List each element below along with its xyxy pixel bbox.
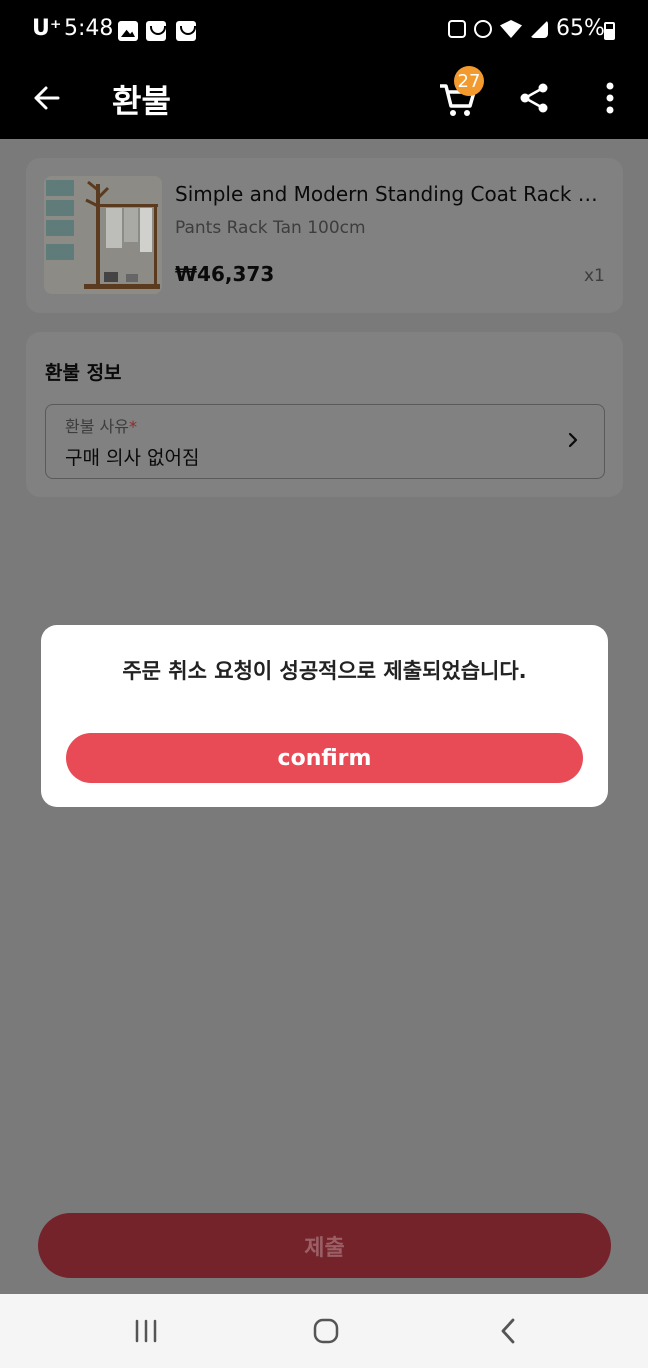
- carrier-label: U⁺: [32, 16, 62, 41]
- product-price: ₩46,373: [175, 262, 275, 286]
- product-variant: Pants Rack Tan 100cm: [175, 218, 366, 238]
- refund-reason-select[interactable]: 환불 사유* 구매 의사 없어짐: [45, 404, 605, 479]
- smile-icon: [176, 21, 196, 41]
- refund-reason-value: 구매 의사 없어짐: [65, 447, 200, 469]
- clock: 5:48: [64, 16, 114, 41]
- recycle-icon: [448, 20, 466, 38]
- product-thumbnail: [44, 176, 162, 294]
- page-title: 환불: [112, 82, 171, 120]
- share-button[interactable]: [516, 80, 552, 116]
- coat-rack-image: [44, 176, 162, 294]
- product-card[interactable]: Simple and Modern Standing Coat Rack Han…: [26, 158, 623, 313]
- wifi-icon: [500, 20, 522, 38]
- battery-percent: 65%: [556, 16, 605, 41]
- recent-apps-icon[interactable]: [131, 1316, 161, 1346]
- required-mark: *: [128, 417, 137, 436]
- system-nav-bar: [0, 1294, 648, 1368]
- more-vert-icon: [606, 82, 614, 114]
- status-bar: U⁺ 5:48 65%: [0, 0, 648, 62]
- more-options-button[interactable]: [596, 80, 624, 116]
- confirm-button[interactable]: confirm: [66, 733, 583, 783]
- gallery-icon: [118, 21, 138, 41]
- product-name: Simple and Modern Standing Coat Rack Han…: [175, 182, 607, 206]
- app-bar: 환불 27: [0, 62, 648, 139]
- cart-count-badge: 27: [454, 66, 484, 96]
- dialog-message: 주문 취소 요청이 성공적으로 제출되었습니다.: [122, 659, 527, 683]
- back-nav-icon[interactable]: [494, 1316, 524, 1346]
- product-quantity: x1: [584, 266, 605, 286]
- back-arrow-icon: [34, 86, 60, 110]
- success-dialog: 주문 취소 요청이 성공적으로 제출되었습니다. confirm: [41, 625, 608, 807]
- chevron-right-icon: [568, 432, 578, 448]
- system-icons: [448, 20, 548, 38]
- signal-icon: [530, 20, 548, 38]
- refund-info-title: 환불 정보: [45, 362, 122, 384]
- refund-reason-label: 환불 사유*: [65, 417, 137, 436]
- battery-icon: [604, 22, 615, 40]
- home-icon[interactable]: [311, 1316, 341, 1346]
- share-icon: [520, 83, 548, 113]
- alarm-icon: [474, 20, 492, 38]
- submit-button[interactable]: 제출: [38, 1213, 611, 1278]
- smile-icon: [146, 21, 166, 41]
- refund-info-card: 환불 정보 환불 사유* 구매 의사 없어짐: [26, 332, 623, 497]
- bottom-bar: 제출: [0, 1197, 648, 1294]
- back-button[interactable]: [28, 80, 64, 116]
